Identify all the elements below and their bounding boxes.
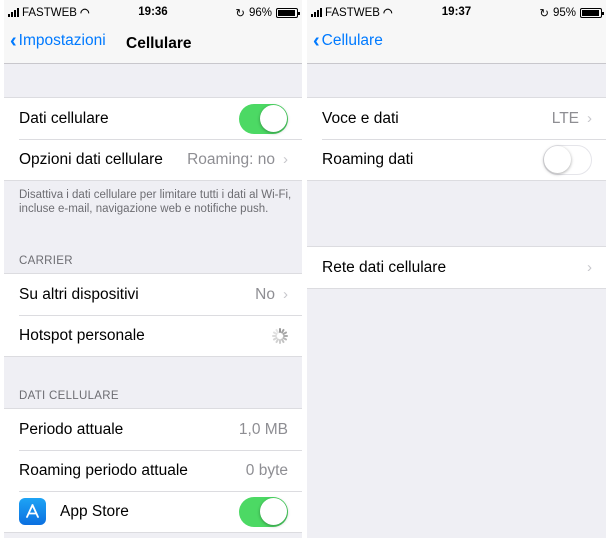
battery-icon	[276, 8, 300, 18]
row-value: 1,0 MB	[238, 420, 288, 438]
back-label: Cellulare	[321, 32, 383, 49]
back-button[interactable]: ‹ Cellulare	[313, 30, 383, 52]
row-label: Roaming dati	[322, 150, 414, 168]
row-label: Roaming periodo attuale	[19, 461, 188, 479]
carrier-group: Su altri dispositivi No › Hotspot person…	[4, 273, 302, 357]
row-value: No	[255, 285, 275, 303]
roaming-group: Voce e dati LTE › Roaming dati	[307, 97, 606, 181]
rotation-lock-icon: ↻	[539, 8, 549, 20]
right-screen: FASTWEB ◠ 19:37 ↻ 95% ‹ Cellulare Voce e…	[307, 0, 606, 538]
nav-bar: ‹ Cellulare	[307, 22, 606, 64]
row-hotspot[interactable]: Hotspot personale	[4, 315, 302, 356]
battery-icon	[580, 8, 604, 18]
row-label: App Store	[60, 502, 129, 520]
page-title: Cellulare	[126, 35, 192, 52]
chevron-left-icon: ‹	[10, 30, 17, 52]
loading-spinner-icon	[272, 327, 288, 344]
rotation-lock-icon: ↻	[235, 8, 245, 20]
chevron-right-icon: ›	[283, 151, 288, 168]
usage-section-header: DATI CELLULARE	[19, 390, 119, 402]
left-screen: FASTWEB ◠ 19:36 ↻ 96% ‹ Impostazioni Cel…	[4, 0, 302, 538]
row-roaming-dati: Roaming dati	[307, 139, 606, 180]
row-label: Dati cellulare	[19, 109, 109, 127]
roaming-dati-toggle[interactable]	[543, 144, 592, 175]
battery-info: ↻ 96%	[235, 6, 300, 20]
usage-group: Periodo attuale 1,0 MB Roaming periodo a…	[4, 408, 302, 533]
app-store-toggle[interactable]	[239, 496, 288, 527]
row-voce-dati[interactable]: Voce e dati LTE ›	[307, 98, 606, 139]
row-value: LTE	[551, 109, 579, 127]
chevron-right-icon: ›	[283, 286, 288, 303]
row-altri-dispositivi[interactable]: Su altri dispositivi No ›	[4, 274, 302, 315]
row-value: 0 byte	[245, 461, 288, 479]
row-label: Rete dati cellulare	[322, 258, 447, 276]
back-button[interactable]: ‹ Impostazioni	[10, 30, 106, 52]
back-label: Impostazioni	[18, 32, 106, 49]
status-bar: FASTWEB ◠ 19:37 ↻ 95%	[307, 0, 606, 22]
row-value: Roaming: no	[187, 150, 275, 168]
status-bar: FASTWEB ◠ 19:36 ↻ 96%	[4, 0, 302, 22]
battery-percent: 95%	[552, 7, 576, 19]
row-label: Su altri dispositivi	[19, 285, 139, 303]
chevron-left-icon: ‹	[313, 30, 320, 52]
carrier-section-header: CARRIER	[19, 255, 73, 267]
row-dati-cellulare: Dati cellulare	[4, 98, 302, 139]
nav-bar: ‹ Impostazioni Cellulare	[4, 22, 302, 64]
row-opzioni-dati[interactable]: Opzioni dati cellulare Roaming: no ›	[4, 139, 302, 180]
dati-cellulare-toggle[interactable]	[239, 103, 288, 134]
row-label: Periodo attuale	[19, 420, 124, 438]
chevron-right-icon: ›	[587, 110, 592, 127]
row-label: Voce e dati	[322, 109, 399, 127]
row-app-store: App Store	[4, 491, 302, 532]
data-footer-note: Disattiva i dati cellulare per limitare …	[19, 189, 292, 215]
row-rete-dati[interactable]: Rete dati cellulare ›	[307, 247, 606, 288]
chevron-right-icon: ›	[587, 259, 592, 276]
app-store-icon	[19, 498, 46, 525]
battery-info: ↻ 95%	[539, 6, 604, 20]
row-label: Opzioni dati cellulare	[19, 150, 163, 168]
data-group: Dati cellulare Opzioni dati cellulare Ro…	[4, 97, 302, 181]
row-periodo-attuale: Periodo attuale 1,0 MB	[4, 409, 302, 450]
network-group: Rete dati cellulare ›	[307, 246, 606, 289]
row-roaming-periodo: Roaming periodo attuale 0 byte	[4, 450, 302, 491]
row-label: Hotspot personale	[19, 326, 145, 344]
battery-percent: 96%	[248, 7, 272, 19]
